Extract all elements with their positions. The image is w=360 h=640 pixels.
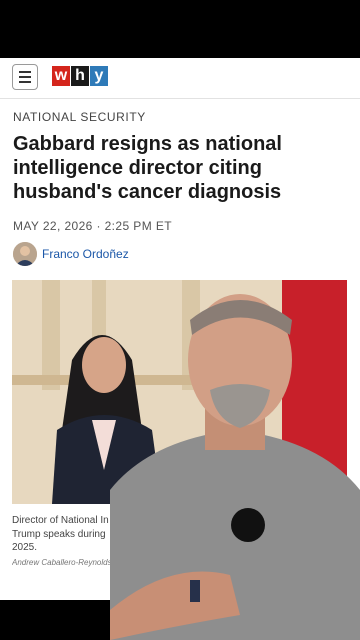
menu-line [19, 76, 31, 78]
article-headline: Gabbard resigns as national intelligence… [13, 133, 282, 203]
presenter-video-overlay [110, 280, 360, 640]
section-label[interactable]: NATIONAL SECURITY [13, 110, 146, 124]
author-byline[interactable]: Franco Ordoñez [13, 242, 129, 266]
article-dateline: MAY 22, 2026 · 2:25 PM ET [13, 219, 172, 233]
logo-letter-h: h [71, 66, 89, 86]
caption-line: Director of National In [12, 515, 109, 526]
menu-line [19, 71, 31, 73]
presenter-figure [110, 294, 360, 640]
logo-letter-w: w [52, 66, 70, 86]
menu-line [19, 81, 31, 83]
author-avatar-image [13, 242, 37, 266]
hamburger-menu-icon[interactable] [12, 64, 38, 90]
caption-line: 2025. [12, 542, 38, 553]
photo-credit: Andrew Caballero-Reynolds [12, 558, 112, 567]
caption-line: Trump speaks during [12, 528, 106, 540]
logo-letter-y: y [90, 66, 108, 86]
site-logo[interactable]: w h y [52, 66, 109, 86]
photo-caption: Director of National In Trump speaks dur… [12, 514, 112, 555]
author-avatar [13, 242, 37, 266]
author-name-link[interactable]: Franco Ordoñez [42, 247, 129, 261]
site-header: w h y [0, 58, 360, 99]
